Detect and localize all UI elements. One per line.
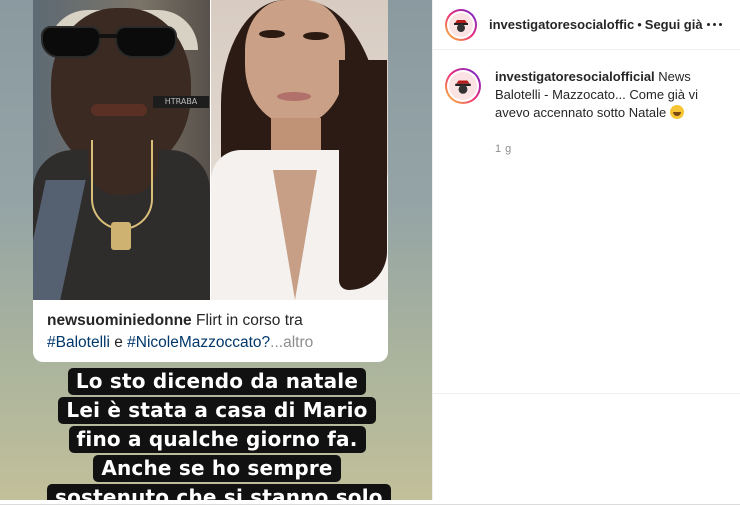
tshirt-text: HTRABA [153, 96, 209, 108]
detective-icon [449, 12, 473, 37]
woman-photo [211, 0, 388, 300]
post-sidebar: investigatoresocialoffic • Segui già inv… [432, 0, 740, 500]
man-photo: HTRABA [33, 0, 210, 300]
post-timestamp[interactable]: 1 g [495, 140, 728, 158]
overlay-line: Lei è stata a casa di Mario [58, 397, 376, 424]
hashtag-balotelli[interactable]: #Balotelli [47, 334, 110, 351]
embedded-post-card: HTRABA newsuominiedonne Flirt in corso t… [33, 0, 388, 362]
embedded-username[interactable]: newsuominiedonne [47, 312, 192, 329]
hashtag-nicolemazzoccato[interactable]: #NicoleMazzoccato? [127, 334, 270, 351]
instagram-post-view: HTRABA newsuominiedonne Flirt in corso t… [0, 0, 740, 505]
overlay-line: fino a qualche giorno fa. [68, 426, 366, 453]
story-overlay-text: Lo sto dicendo da natale Lei è stata a c… [47, 368, 391, 500]
divider [433, 393, 740, 394]
avatar[interactable] [445, 68, 481, 104]
detective-icon [449, 72, 477, 100]
following-button[interactable]: Segui già [645, 17, 703, 32]
embedded-text: Flirt in corso tra [196, 312, 303, 329]
grinning-face-icon [669, 105, 684, 119]
post-header: investigatoresocialoffic • Segui già [433, 0, 740, 50]
caption-username[interactable]: investigatoresocialofficial [495, 69, 655, 84]
caption-comment: investigatoresocialofficial News Balotel… [433, 50, 740, 158]
header-username[interactable]: investigatoresocialoffic [489, 17, 634, 32]
avatar[interactable] [445, 8, 477, 41]
embedded-connector: e [114, 334, 123, 351]
overlay-line: Anche se ho sempre [93, 455, 341, 482]
header-separator: • [637, 17, 642, 32]
more-options-icon[interactable] [702, 12, 726, 36]
overlay-line: sostenuto che si stanno solo [47, 484, 391, 500]
embedded-caption: newsuominiedonne Flirt in corso tra #Bal… [33, 300, 388, 362]
post-media[interactable]: HTRABA newsuominiedonne Flirt in corso t… [0, 0, 432, 500]
overlay-line: Lo sto dicendo da natale [67, 368, 367, 395]
more-link[interactable]: ...altro [270, 334, 313, 351]
